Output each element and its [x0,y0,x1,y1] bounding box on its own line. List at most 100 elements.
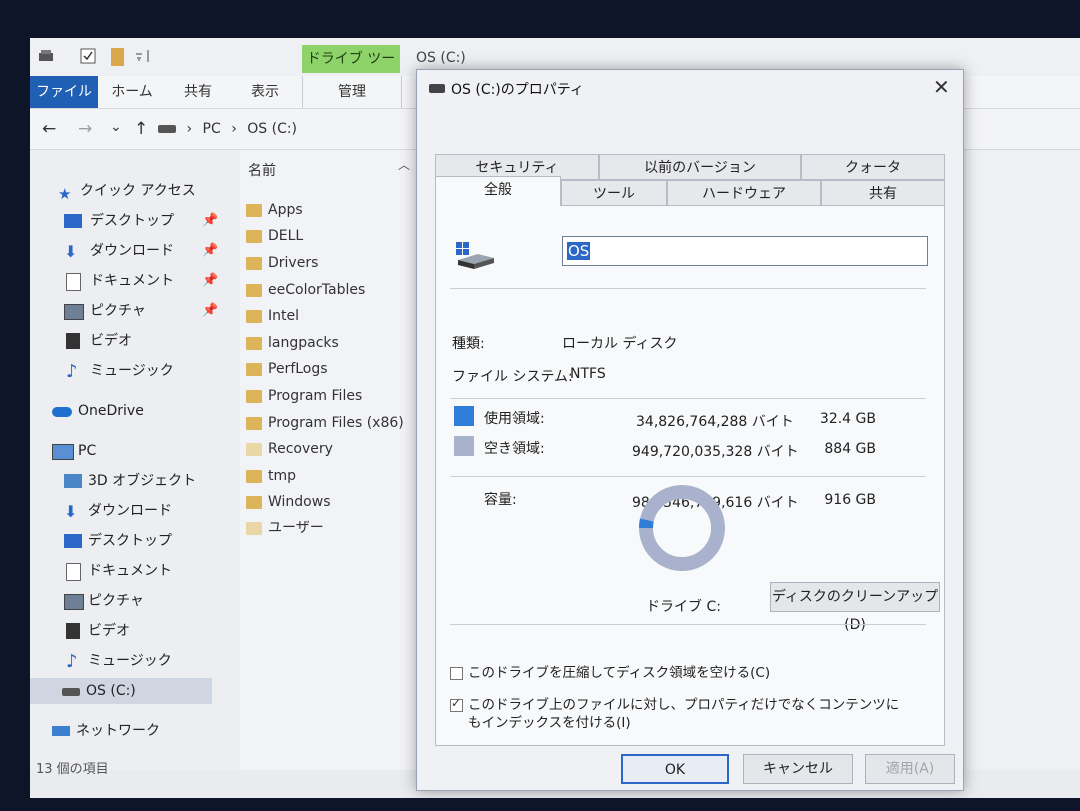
drive-icon [429,84,445,93]
free-space-size: 884 GB [824,441,876,457]
divider [450,476,926,477]
nav-item-desktop-pc[interactable]: デスクトップ [30,528,212,554]
nav-pc[interactable]: PC [30,438,212,464]
cube-icon [64,474,82,488]
column-header-name[interactable]: 名前 [248,160,276,180]
nav-item-music-pc[interactable]: ♪ ミュージック [30,648,212,674]
folder-icon [246,522,262,535]
folder-icon [246,257,262,270]
desktop-icon [64,214,82,228]
disk-usage-donut [639,485,725,571]
used-space-bytes: 34,826,764,288 バイト [636,414,794,430]
folder-icon [246,470,262,483]
up-arrow-icon[interactable]: ↑ [134,119,148,139]
window-title: OS (C:) [416,50,466,66]
document-icon [66,273,81,291]
folder-icon [246,204,262,217]
document-icon [66,563,81,581]
nav-item-videos-pc[interactable]: ビデオ [30,618,212,644]
drive-name-input[interactable]: OS [562,236,928,266]
nav-item-desktop[interactable]: デスクトップ 📌 [30,208,218,234]
music-note-icon: ♪ [66,361,78,382]
tab-general[interactable]: 全般 [435,176,561,206]
breadcrumb-separator: › [231,121,237,137]
cancel-button[interactable]: キャンセル [743,754,853,784]
screen: ドライブ ツール OS (C:) ファイル ホーム 共有 表示 管理 ← → ⌄… [30,38,1080,798]
video-icon [66,623,80,639]
tab-manage[interactable]: 管理 [302,76,402,108]
network-icon [52,726,70,736]
pin-icon[interactable]: 📌 [202,208,218,234]
nav-item-pictures-pc[interactable]: ピクチャ [30,588,212,614]
general-panel: OS 種類: ローカル ディスク ファイル システム: NTFS 使用領域: 3… [435,206,945,746]
back-arrow-icon[interactable]: ← [42,119,56,139]
type-value: ローカル ディスク [562,336,678,352]
index-checkbox[interactable] [450,696,463,712]
folder-icon [246,443,262,456]
dialog-title: OS (C:)のプロパティ [451,82,584,98]
folder-icon [246,337,262,350]
save-icon[interactable] [38,48,54,64]
nav-item-documents-pc[interactable]: ドキュメント [30,558,212,584]
tab-home[interactable]: ホーム [102,76,162,108]
nav-item-3d-objects[interactable]: 3D オブジェクト [30,468,212,494]
tab-hardware[interactable]: ハードウェア [667,180,821,206]
download-icon: ⬇ [64,502,78,521]
nav-onedrive[interactable]: OneDrive [30,398,212,424]
customize-icon[interactable] [134,48,150,64]
drive-icon [158,125,176,133]
compress-checkbox[interactable] [450,667,463,680]
folder-icon [246,310,262,323]
windows-drive-icon [456,242,494,269]
sort-up-icon: ︿ [398,158,411,172]
nav-item-downloads[interactable]: ⬇ ダウンロード 📌 [30,238,218,264]
filesystem-label: ファイル システム: [452,369,573,385]
drive-tools-context-tab[interactable]: ドライブ ツール [302,45,400,95]
video-icon [66,333,80,349]
nav-network[interactable]: ネットワーク [30,718,212,744]
nav-item-pictures[interactable]: ピクチャ 📌 [30,298,218,324]
breadcrumb[interactable]: › PC › OS (C:) [158,118,428,140]
folder-icon [246,417,262,430]
nav-item-documents[interactable]: ドキュメント 📌 [30,268,218,294]
breadcrumb-item-os[interactable]: OS (C:) [247,121,297,137]
forward-arrow-icon[interactable]: → [78,119,92,139]
pictures-icon [64,594,84,610]
tab-share[interactable]: 共有 [170,76,226,108]
disk-cleanup-button[interactable]: ディスクのクリーンアップ(D) [770,582,940,633]
divider [450,398,926,399]
tab-view[interactable]: 表示 [234,76,296,108]
tab-quota[interactable]: クォータ [801,154,945,180]
drive-letter-label: ドライブ C: [646,599,721,615]
properties-icon[interactable] [80,48,96,64]
computer-icon [52,444,74,460]
new-folder-icon[interactable] [110,48,126,66]
breadcrumb-item-pc[interactable]: PC [203,121,221,137]
folder-icon [246,390,262,403]
tab-file[interactable]: ファイル [30,76,98,108]
tab-previous-versions[interactable]: 以前のバージョン [599,154,801,180]
used-space-label: 使用領域: [484,411,545,427]
apply-button[interactable]: 適用(A) [865,754,955,784]
recent-locations-icon[interactable]: ⌄ [110,119,122,135]
free-space-ring [639,485,725,571]
pin-icon[interactable]: 📌 [202,238,218,264]
pin-icon[interactable]: 📌 [202,298,218,324]
close-icon[interactable]: ✕ [933,75,950,99]
used-space-size: 32.4 GB [819,411,876,427]
used-space-swatch [454,406,474,426]
nav-item-music[interactable]: ♪ ミュージック [30,358,212,384]
nav-quick-access[interactable]: ★ クイック アクセス [30,178,212,204]
nav-item-downloads-pc[interactable]: ⬇ ダウンロード [30,498,212,524]
tab-sharing[interactable]: 共有 [821,180,945,206]
free-space-label: 空き領域: [484,441,545,457]
ok-button[interactable]: OK [621,754,729,784]
nav-item-os-drive[interactable]: OS (C:) [30,678,212,704]
download-icon: ⬇ [64,242,78,261]
navigation-pane: ★ クイック アクセス デスクトップ 📌 ⬇ ダウンロード 📌 ドキュメント 📌… [30,150,240,770]
tab-tools[interactable]: ツール [561,180,667,206]
folder-icon [246,496,262,509]
properties-dialog: OS (C:)のプロパティ ✕ セキュリティ 以前のバージョン クォータ 全般 … [416,69,964,791]
nav-item-videos[interactable]: ビデオ [30,328,212,354]
pin-icon[interactable]: 📌 [202,268,218,294]
